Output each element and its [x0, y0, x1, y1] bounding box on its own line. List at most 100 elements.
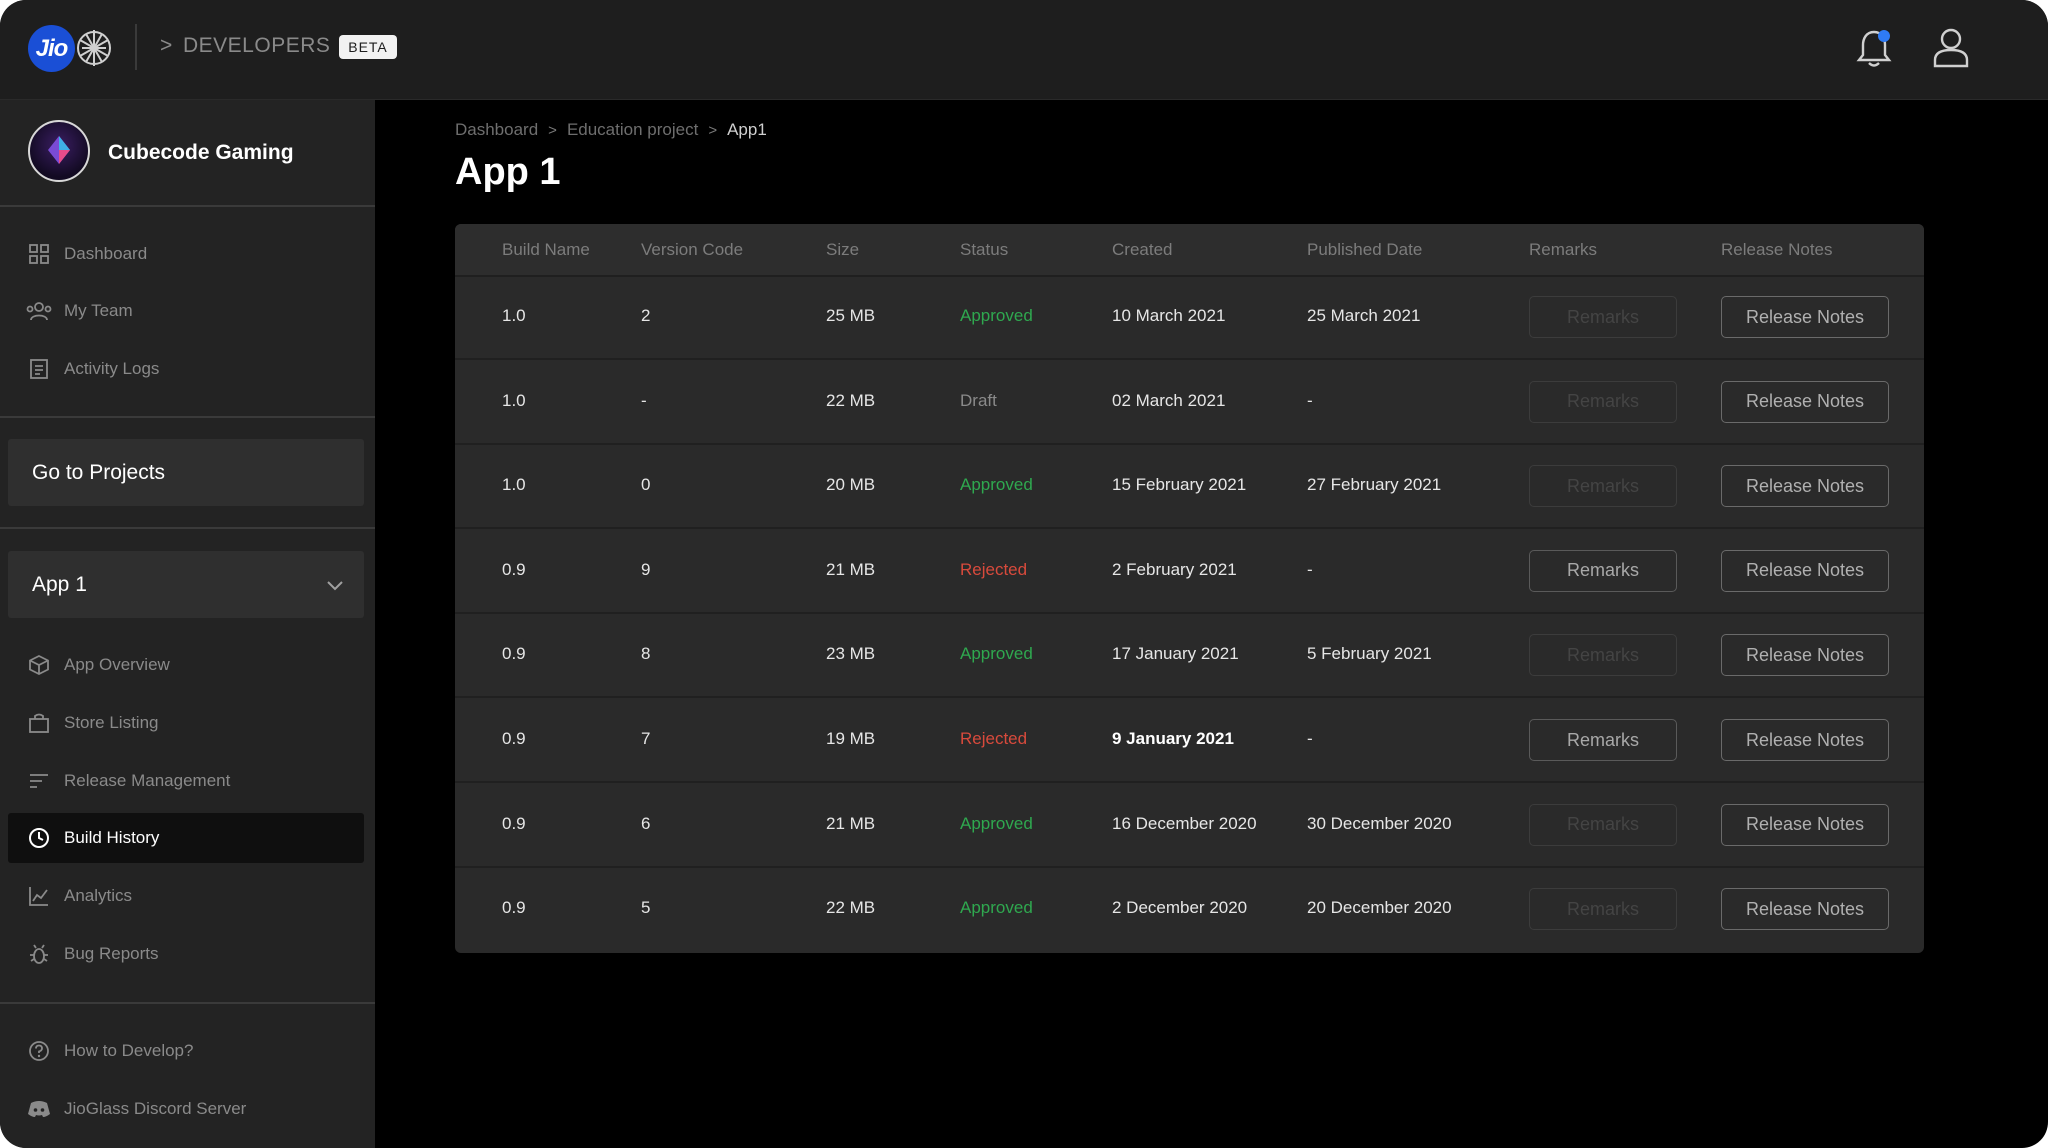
remarks-button[interactable]: Remarks [1529, 296, 1677, 338]
status-cell: Approved [960, 644, 1033, 664]
breadcrumb-current: App1 [727, 120, 767, 139]
column-header: Size [826, 240, 860, 259]
remarks-button[interactable]: Remarks [1529, 719, 1677, 761]
sidebar-item-label: App Overview [64, 655, 170, 674]
sidebar-item-label: JioGlass Discord Server [64, 1099, 247, 1118]
release-notes-button[interactable]: Release Notes [1721, 803, 1889, 846]
cube-logo-icon [48, 136, 70, 164]
build-name-cell: 0.9 [502, 729, 526, 748]
version-code-cell: 9 [641, 559, 651, 579]
app-select-value: App 1 [32, 572, 87, 596]
table-row: 0.9 7 19 MB Rejected 9 January 2021 - Remarks R… [455, 699, 1924, 783]
remarks-button[interactable]: Remarks [1529, 634, 1677, 677]
sidebar-divider [0, 416, 375, 418]
sidebar-item-bug-reports[interactable]: Bug Reports [8, 929, 364, 979]
release-notes-button[interactable]: Release Notes [1721, 465, 1889, 508]
remarks-button[interactable]: Remarks [1529, 549, 1677, 592]
sidebar-item-activity-logs[interactable]: Activity Logs [8, 344, 364, 394]
created-cell: 15 February 2021 [1112, 475, 1247, 495]
size-cell: 22 MB [826, 390, 876, 410]
org-avatar [28, 120, 90, 182]
created-cell: 2 December 2020 [1112, 898, 1248, 918]
sidebar-item-label: Bug Reports [64, 944, 159, 963]
created-cell: 10 March 2021 [1112, 306, 1226, 325]
created-cell: 2 February 2021 [1112, 559, 1237, 579]
table-row: 0.9 6 21 MB Approved 16 December 2020 30 Dece… [455, 784, 1924, 868]
published-date-cell: 27 February 2021 [1307, 475, 1442, 495]
bug-icon [26, 941, 52, 967]
sidebar-divider [0, 527, 375, 529]
breadcrumb-dashboard[interactable]: Dashboard [455, 120, 538, 140]
status-cell: Draft [960, 390, 997, 410]
sidebar-item-discord[interactable]: JioGlass Discord Server [8, 1084, 364, 1134]
remarks-button[interactable]: Remarks [1529, 803, 1677, 846]
analytics-icon [26, 883, 52, 909]
notification-bell-icon[interactable] [1854, 26, 1894, 70]
sidebar-item-label: Analytics [64, 886, 133, 905]
build-name-cell: 1.0 [502, 475, 526, 495]
org-name: Cubecode Gaming [108, 141, 294, 164]
column-header: Created [1112, 240, 1173, 259]
published-date-cell: - [1307, 729, 1313, 748]
size-cell: 21 MB [826, 813, 876, 833]
column-header: Status [960, 240, 1009, 259]
created-cell: 16 December 2020 [1112, 813, 1257, 833]
release-notes-button[interactable]: Release Notes [1721, 296, 1889, 338]
sidebar-item-store-listing[interactable]: Store Listing [8, 698, 364, 748]
chevron-right-icon: > [708, 121, 718, 139]
status-cell: Approved [960, 306, 1033, 325]
build-name-cell: 1.0 [502, 306, 526, 325]
sidebar-item-label: Dashboard [64, 244, 148, 263]
table-header: Build Name Version Code Size Status Crea… [455, 224, 1924, 277]
chevron-down-icon [327, 581, 343, 591]
activity-logs-icon [26, 356, 52, 382]
sidebar-item-how-to-develop[interactable]: How to Develop? [8, 1026, 364, 1076]
remarks-button[interactable]: Remarks [1529, 888, 1677, 931]
sidebar-item-analytics[interactable]: Analytics [8, 871, 364, 921]
size-cell: 20 MB [826, 475, 876, 495]
go-to-projects-button[interactable]: Go to Projects [8, 439, 364, 506]
build-name-cell: 0.9 [502, 898, 526, 918]
discord-icon [26, 1096, 52, 1122]
history-icon [26, 825, 52, 851]
size-cell: 21 MB [826, 559, 876, 579]
user-profile-icon[interactable] [1931, 26, 1971, 70]
release-notes-button[interactable]: Release Notes [1721, 719, 1889, 761]
size-cell: 23 MB [826, 644, 876, 664]
header-divider [135, 24, 137, 70]
app-select-dropdown[interactable]: App 1 [8, 551, 364, 618]
sidebar-item-build-history[interactable]: Build History [8, 813, 364, 863]
version-code-cell: 6 [641, 813, 651, 833]
release-notes-button[interactable]: Release Notes [1721, 634, 1889, 677]
published-date-cell: - [1307, 390, 1313, 410]
created-cell: 02 March 2021 [1112, 390, 1226, 410]
table-row: 0.9 5 22 MB Approved 2 December 2020 20 Decem… [455, 868, 1924, 952]
jio-glass-logo-icon [77, 30, 111, 66]
sidebar-item-release-management[interactable]: Release Management [8, 756, 364, 806]
version-code-cell: 5 [641, 898, 651, 918]
remarks-button[interactable]: Remarks [1529, 465, 1677, 508]
jio-logo[interactable]: Jio [28, 25, 75, 72]
page-title: App 1 [455, 151, 561, 193]
release-notes-button[interactable]: Release Notes [1721, 549, 1889, 592]
sidebar-divider [0, 1002, 375, 1004]
sidebar-item-my-team[interactable]: My Team [8, 286, 364, 336]
sidebar-item-app-overview[interactable]: App Overview [8, 640, 364, 690]
beta-badge: BETA [339, 35, 397, 59]
store-icon [26, 710, 52, 736]
breadcrumb-project[interactable]: Education project [567, 120, 698, 140]
column-header: Published Date [1307, 240, 1423, 259]
remarks-button[interactable]: Remarks [1529, 380, 1677, 423]
chevron-right-icon: > [548, 121, 557, 139]
sidebar-item-label: How to Develop? [64, 1041, 194, 1060]
column-header: Version Code [641, 240, 744, 259]
developers-label[interactable]: DEVELOPERS [183, 34, 330, 58]
release-notes-button[interactable]: Release Notes [1721, 888, 1889, 931]
release-notes-button[interactable]: Release Notes [1721, 380, 1889, 423]
sidebar-item-dashboard[interactable]: Dashboard [8, 229, 364, 279]
published-date-cell: 30 December 2020 [1307, 813, 1452, 833]
cube-icon [26, 652, 52, 678]
top-bar: Jio > DEVELOPERS BETA [0, 0, 2048, 100]
table-row: 0.9 8 23 MB Approved 17 January 2021 5 Februa… [455, 614, 1924, 699]
published-date-cell: - [1307, 559, 1313, 579]
